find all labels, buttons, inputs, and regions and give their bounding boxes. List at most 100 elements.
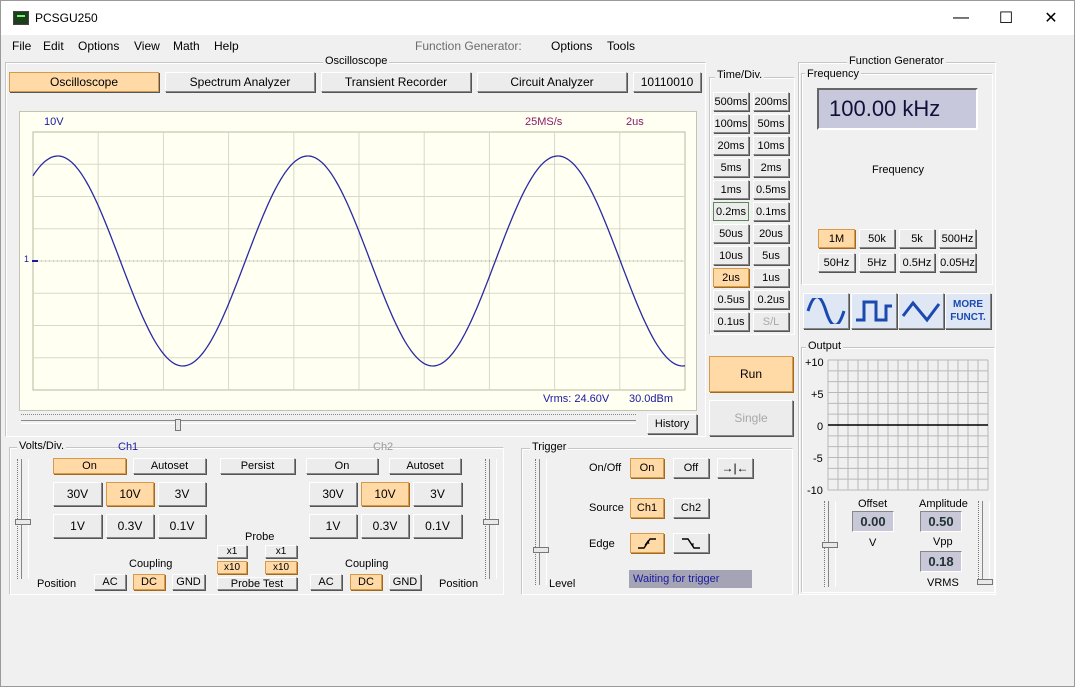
- ch2-10v-button[interactable]: 10V: [361, 482, 409, 506]
- menu-fg-options[interactable]: Options: [551, 39, 592, 53]
- ch1-dc-button[interactable]: DC: [133, 574, 165, 590]
- ch2-0.1v-button[interactable]: 0.1V: [413, 514, 462, 538]
- more-functions-button[interactable]: MORE FUNCT.: [945, 293, 991, 329]
- menu-view[interactable]: View: [134, 39, 160, 53]
- ch1-ac-button[interactable]: AC: [94, 574, 126, 590]
- rising-edge-icon[interactable]: [630, 533, 664, 553]
- ch1-gnd-button[interactable]: GND: [172, 574, 205, 590]
- ch2-1v-button[interactable]: 1V: [309, 514, 357, 538]
- probe-test-button[interactable]: Probe Test: [217, 577, 297, 590]
- ch1-1v-button[interactable]: 1V: [53, 514, 102, 538]
- timediv-button-0.1ms[interactable]: 0.1ms: [753, 202, 789, 221]
- ch1-probe-x10-button[interactable]: x10: [217, 561, 247, 574]
- trigger-edge-label: Edge: [589, 538, 615, 550]
- timediv-button-0.1us[interactable]: 0.1us: [713, 312, 749, 331]
- ch1-30v-button[interactable]: 30V: [53, 482, 102, 506]
- tab-oscilloscope[interactable]: Oscilloscope: [9, 72, 159, 92]
- timediv-button-200ms[interactable]: 200ms: [753, 92, 789, 111]
- history-button[interactable]: History: [647, 414, 697, 434]
- amplitude-slider-thumb[interactable]: [977, 579, 993, 585]
- timediv-button-5us[interactable]: 5us: [753, 246, 789, 265]
- ch2-dc-button[interactable]: DC: [350, 574, 382, 590]
- horizontal-slider-thumb[interactable]: [175, 419, 181, 431]
- freq-range-50hz-button[interactable]: 50Hz: [818, 253, 855, 272]
- trigger-off-button[interactable]: Off: [673, 458, 709, 478]
- timediv-button-1us[interactable]: 1us: [753, 268, 789, 287]
- trigger-level-thumb[interactable]: [533, 547, 549, 553]
- ch2-0.3v-button[interactable]: 0.3V: [361, 514, 409, 538]
- trigger-level-slider[interactable]: [535, 459, 547, 585]
- ch2-probe-x10-button[interactable]: x10: [265, 561, 297, 574]
- freq-range-500hz-button[interactable]: 500Hz: [939, 229, 976, 248]
- ch1-0.1v-button[interactable]: 0.1V: [158, 514, 206, 538]
- tab-logic[interactable]: 10110010: [633, 72, 701, 92]
- ch1-probe-x1-button[interactable]: x1: [217, 545, 247, 558]
- horizontal-position-slider[interactable]: [21, 420, 636, 424]
- freq-range-1m-button[interactable]: 1M: [818, 229, 855, 248]
- scope-screen[interactable]: 10V 25MS/s 2us 1 Vrms: 24.60V 30.0dBm: [19, 111, 697, 411]
- close-button[interactable]: ✕: [1028, 1, 1074, 35]
- tab-spectrum-analyzer[interactable]: Spectrum Analyzer: [165, 72, 315, 92]
- freq-range-50k-button[interactable]: 50k: [859, 229, 895, 248]
- timediv-button-2ms[interactable]: 2ms: [753, 158, 789, 177]
- tab-transient-recorder[interactable]: Transient Recorder: [321, 72, 471, 92]
- timediv-button-0.2ms[interactable]: 0.2ms: [713, 202, 749, 221]
- ch2-probe-x1-button[interactable]: x1: [265, 545, 297, 558]
- menu-file[interactable]: File: [12, 39, 31, 53]
- ch1-0.3v-button[interactable]: 0.3V: [106, 514, 154, 538]
- menu-help[interactable]: Help: [214, 39, 239, 53]
- menu-options[interactable]: Options: [78, 39, 119, 53]
- single-button[interactable]: Single: [709, 400, 793, 436]
- freq-range-5hz-button[interactable]: 5Hz: [859, 253, 895, 272]
- falling-edge-icon[interactable]: [673, 533, 709, 553]
- offset-slider-thumb[interactable]: [822, 542, 838, 548]
- menu-fg-tools[interactable]: Tools: [607, 39, 635, 53]
- timediv-button-5ms[interactable]: 5ms: [713, 158, 749, 177]
- ch2-autoset-button[interactable]: Autoset: [389, 458, 461, 474]
- timediv-button-1ms[interactable]: 1ms: [713, 180, 749, 199]
- triangle-wave-icon[interactable]: [898, 293, 944, 329]
- timediv-button-0.2us[interactable]: 0.2us: [753, 290, 789, 309]
- ch2-position-thumb[interactable]: [483, 519, 499, 525]
- timediv-button-100ms[interactable]: 100ms: [713, 114, 749, 133]
- timediv-button-s-l[interactable]: S/L: [753, 312, 789, 331]
- trigger-on-button[interactable]: On: [630, 458, 664, 478]
- trigger-source-ch1-button[interactable]: Ch1: [630, 498, 664, 518]
- persist-button[interactable]: Persist: [220, 458, 295, 474]
- menu-math[interactable]: Math: [173, 39, 200, 53]
- minimize-button[interactable]: —: [938, 1, 984, 35]
- freq-range-0.5hz-button[interactable]: 0.5Hz: [899, 253, 935, 272]
- timediv-button-10us[interactable]: 10us: [713, 246, 749, 265]
- freq-range-0.05hz-button[interactable]: 0.05Hz: [939, 253, 976, 272]
- timediv-button-20ms[interactable]: 20ms: [713, 136, 749, 155]
- ch1-on-button[interactable]: On: [53, 458, 126, 474]
- timediv-button-2us[interactable]: 2us: [713, 268, 749, 287]
- trigger-source-ch2-button[interactable]: Ch2: [673, 498, 709, 518]
- amplitude-slider[interactable]: [978, 501, 990, 585]
- maximize-button[interactable]: ☐: [983, 1, 1029, 35]
- timediv-button-20us[interactable]: 20us: [753, 224, 789, 243]
- menu-edit[interactable]: Edit: [43, 39, 64, 53]
- ch2-on-button[interactable]: On: [306, 458, 378, 474]
- sine-wave-icon[interactable]: [803, 293, 849, 329]
- ch2-30v-button[interactable]: 30V: [309, 482, 357, 506]
- run-button[interactable]: Run: [709, 356, 793, 392]
- timediv-button-10ms[interactable]: 10ms: [753, 136, 789, 155]
- ch2-3v-button[interactable]: 3V: [413, 482, 462, 506]
- page-scrollbar[interactable]: [1076, 0, 1085, 695]
- timediv-button-500ms[interactable]: 500ms: [713, 92, 749, 111]
- tab-circuit-analyzer[interactable]: Circuit Analyzer: [477, 72, 627, 92]
- timediv-button-50ms[interactable]: 50ms: [753, 114, 789, 133]
- trigger-center-icon[interactable]: →|←: [717, 458, 753, 478]
- freq-range-5k-button[interactable]: 5k: [899, 229, 935, 248]
- ch1-autoset-button[interactable]: Autoset: [133, 458, 206, 474]
- ch1-10v-button[interactable]: 10V: [106, 482, 154, 506]
- ch2-gnd-button[interactable]: GND: [389, 574, 421, 590]
- ch2-ac-button[interactable]: AC: [310, 574, 342, 590]
- square-wave-icon[interactable]: [851, 293, 897, 329]
- ch1-3v-button[interactable]: 3V: [158, 482, 206, 506]
- timediv-button-50us[interactable]: 50us: [713, 224, 749, 243]
- timediv-button-0.5us[interactable]: 0.5us: [713, 290, 749, 309]
- timediv-button-0.5ms[interactable]: 0.5ms: [753, 180, 789, 199]
- ch1-position-thumb[interactable]: [15, 519, 31, 525]
